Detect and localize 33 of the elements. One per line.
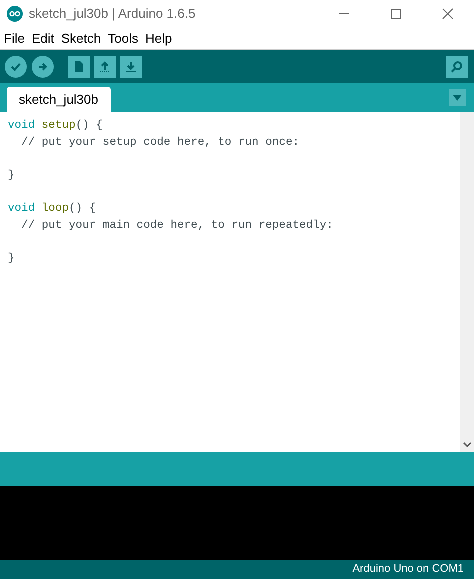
check-icon xyxy=(10,60,22,72)
arrow-down-icon xyxy=(125,60,137,72)
menu-item[interactable]: Sketch xyxy=(61,28,102,48)
arrow-up-icon xyxy=(99,60,111,72)
tab-menu-button[interactable] xyxy=(449,89,466,106)
upload-button[interactable] xyxy=(32,56,54,78)
menu-item[interactable]: File xyxy=(4,28,25,48)
scrollbar[interactable] xyxy=(460,112,474,452)
code-line: void loop() { xyxy=(8,202,96,217)
verify-button[interactable] xyxy=(5,56,27,78)
code-line: // put your main code here, to run repeatedly: xyxy=(20,218,334,234)
menu-item[interactable]: Tools xyxy=(108,28,138,48)
code-line: } xyxy=(8,168,15,184)
magnifier-icon xyxy=(450,60,464,72)
code-line: } xyxy=(8,252,15,267)
board-label: Arduino Uno on COM1 xyxy=(352,562,464,578)
save-button[interactable] xyxy=(120,56,142,78)
menu-item[interactable]: Help xyxy=(145,28,172,48)
caret-down-icon xyxy=(453,94,462,100)
window-title: sketch_jul30b | Arduino 1.6.5 xyxy=(29,5,196,24)
code-line: void setup() { xyxy=(8,118,103,134)
app-logo-icon xyxy=(7,6,23,22)
code-line: // put your setup code here, to run once: xyxy=(20,136,300,151)
arrow-right-icon xyxy=(37,60,49,72)
document-icon xyxy=(74,60,84,73)
file-tab[interactable]: sketch_jul30b xyxy=(7,87,110,112)
chevron-down-icon[interactable] xyxy=(462,442,472,448)
close-icon[interactable] xyxy=(442,8,454,20)
maximize-icon[interactable] xyxy=(390,8,402,20)
serial-monitor-button[interactable] xyxy=(446,56,468,78)
menu-item[interactable]: Edit xyxy=(32,28,54,48)
open-button[interactable] xyxy=(94,56,116,78)
new-button[interactable] xyxy=(68,56,90,78)
